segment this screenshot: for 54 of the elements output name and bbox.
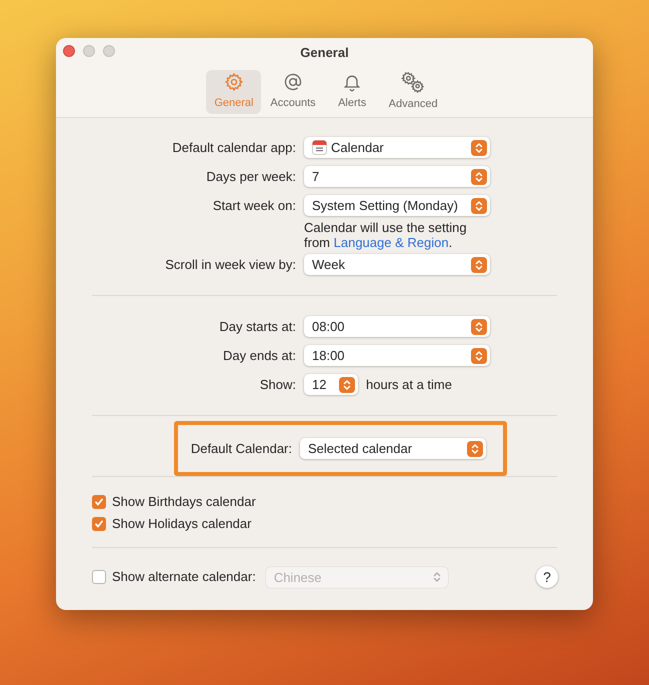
zoom-button[interactable]: [103, 45, 115, 57]
checkmark-icon: [94, 519, 104, 529]
field-label: Day ends at:: [222, 346, 296, 365]
dropdown-value: Selected calendar: [308, 442, 414, 455]
field-label: Default Calendar:: [190, 440, 292, 458]
dropdown[interactable]: Calendar: [304, 137, 490, 158]
up-down-chevron-icon: [471, 168, 487, 184]
dropdown-value: 08:00: [312, 320, 346, 333]
gears-icon: [401, 70, 426, 93]
window-title: General: [300, 44, 349, 62]
field-label: Show:: [258, 376, 296, 394]
help-button[interactable]: ?: [536, 566, 558, 588]
dropdown[interactable]: System Setting (Monday): [304, 195, 490, 216]
help-note: Calendar will use the setting from Language & Region.: [304, 220, 468, 250]
close-button[interactable]: [63, 45, 75, 57]
up-down-chevron-icon: [471, 140, 487, 156]
up-down-chevron-icon: [471, 318, 487, 334]
toolbar-tab[interactable]: Accounts: [264, 70, 322, 114]
up-down-chevron-icon: [467, 440, 483, 456]
gear-icon: [224, 72, 244, 92]
field-label: Start week on:: [212, 196, 296, 215]
checkbox-label: Show alternate calendar:: [112, 568, 256, 586]
field-label: Default calendar app:: [171, 138, 296, 157]
field-label: Day starts at:: [218, 318, 296, 336]
at-sign-icon: [283, 72, 304, 92]
checkbox-label: Show Holidays calendar: [112, 515, 252, 534]
up-down-chevron-icon: [339, 376, 355, 392]
unit-label: hours at a time: [366, 376, 452, 394]
dropdown-value: Chinese: [274, 570, 323, 584]
up-down-chevron-icon: [471, 256, 487, 272]
dropdown-value: Calendar: [331, 141, 385, 154]
up-down-chevron-icon: [471, 348, 487, 364]
dropdown[interactable]: Selected calendar: [300, 438, 486, 459]
dropdown-value: System Setting (Monday): [312, 199, 459, 212]
checkmark-icon: [94, 497, 104, 507]
checkbox-label: Show Birthdays calendar: [112, 493, 256, 512]
dropdown[interactable]: 18:00: [304, 345, 490, 366]
language-region-link[interactable]: Language & Region: [334, 235, 449, 250]
minimize-button[interactable]: [83, 45, 95, 57]
checkbox[interactable]: [92, 517, 106, 531]
dropdown-value: 18:00: [312, 349, 346, 362]
toolbar-tab[interactable]: Advanced: [382, 70, 444, 114]
field-label: Days per week:: [205, 168, 296, 186]
dropdown-value: 7: [312, 170, 320, 183]
toolbar-tab[interactable]: Alerts: [324, 70, 380, 114]
dropdown[interactable]: 08:00: [304, 316, 490, 337]
checkbox[interactable]: [92, 495, 106, 509]
up-down-chevron-icon: [471, 198, 487, 214]
dropdown-value: 12: [312, 378, 328, 391]
dropdown[interactable]: 12: [304, 374, 358, 395]
dropdown[interactable]: 7: [304, 166, 490, 187]
dropdown-value: Week: [312, 258, 346, 271]
dropdown[interactable]: Week: [304, 254, 490, 275]
field-label: Scroll in week view by:: [164, 256, 296, 274]
